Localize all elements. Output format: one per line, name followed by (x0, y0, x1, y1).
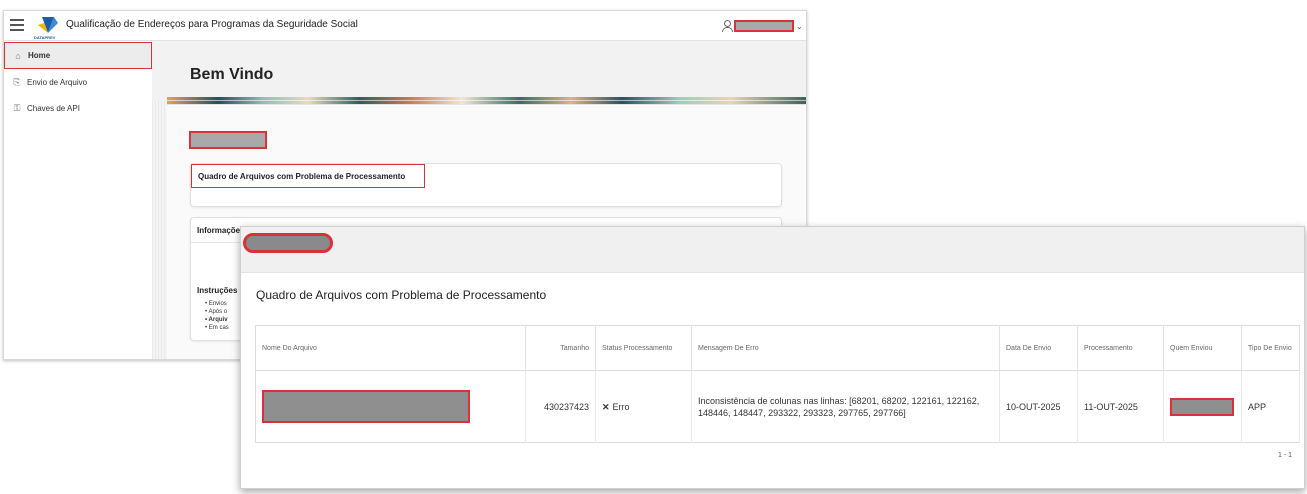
home-icon: ⌂ (15, 50, 21, 61)
instructions-list: Envios Após o Arquiv Em cas (205, 300, 229, 332)
sidebar: ⌂ Home ⎘ Envio de Arquivo ⚿ Chaves de AP… (4, 41, 154, 359)
page-title: Bem Vindo (190, 66, 274, 83)
side-texture (152, 101, 167, 359)
upload-icon: ⎘ (13, 77, 21, 87)
cell-data-envio: 10-OUT-2025 (999, 370, 1078, 443)
cell-processamento: 11-OUT-2025 (1077, 370, 1164, 443)
list-item: Arquiv (205, 316, 229, 324)
table-row[interactable]: 430237423 ✕ Erro Inconsistência de coluna… (255, 370, 1300, 443)
window-header (241, 227, 1304, 273)
column-header-tipo-envio[interactable]: Tipo De Envio (1241, 325, 1300, 371)
redacted-label (189, 131, 267, 149)
table-header-row: Nome Do Arquivo Tamanho Status Processam… (255, 325, 1300, 371)
column-header-mensagem[interactable]: Mensagem De Erro (691, 325, 1000, 371)
problem-files-window: Quadro de Arquivos com Problema de Proce… (240, 226, 1305, 489)
problems-card[interactable]: Quadro de Arquivos com Problema de Proce… (190, 163, 782, 207)
column-header-status[interactable]: Status Processamento (595, 325, 692, 371)
menu-icon[interactable] (10, 19, 24, 31)
key-icon: ⚿ (13, 103, 21, 113)
redacted-label (243, 233, 333, 253)
list-item: Após o (205, 308, 229, 316)
redacted-filename (262, 390, 470, 423)
section-title: Quadro de Arquivos com Problema de Proce… (256, 288, 547, 302)
top-bar: DATAPREV Qualificação de Endereços para … (4, 11, 806, 41)
sidebar-item-label: Chaves de API (27, 103, 80, 113)
list-item: Em cas (205, 324, 229, 332)
problem-files-table: Nome Do Arquivo Tamanho Status Processam… (255, 325, 1300, 443)
column-header-tamanho[interactable]: Tamanho (525, 325, 596, 371)
error-x-icon: ✕ (602, 401, 610, 412)
column-header-processamento[interactable]: Processamento (1077, 325, 1164, 371)
app-title: Qualificação de Endereços para Programas… (66, 19, 358, 30)
list-item: Envios (205, 300, 229, 308)
sidebar-item-chaves-de-api[interactable]: ⚿ Chaves de API (4, 95, 154, 121)
pagination: 1 - 1 (1277, 452, 1292, 459)
cell-mensagem: Inconsistência de colunas nas linhas: [6… (691, 370, 1000, 443)
logo-text: DATAPREV (34, 35, 56, 40)
column-header-nome[interactable]: Nome Do Arquivo (255, 325, 526, 371)
redacted-user (1170, 397, 1234, 416)
sidebar-item-envio-de-arquivo[interactable]: ⎘ Envio de Arquivo (4, 69, 154, 95)
user-menu[interactable]: ⌄ (722, 18, 803, 34)
status-text: Erro (612, 401, 630, 412)
column-header-data-envio[interactable]: Data De Envio (999, 325, 1078, 371)
sidebar-item-label: Home (28, 51, 51, 60)
cell-nome (255, 370, 526, 443)
redacted-username (734, 20, 794, 32)
sidebar-item-home[interactable]: ⌂ Home (4, 42, 152, 69)
problems-card-title[interactable]: Quadro de Arquivos com Problema de Proce… (191, 164, 425, 188)
chevron-down-icon: ⌄ (796, 21, 803, 31)
cell-tipo-envio: APP (1241, 370, 1300, 443)
sidebar-item-label: Envio de Arquivo (27, 77, 88, 87)
instructions-title: Instruções (197, 286, 238, 295)
info-card-title: Informações (197, 226, 245, 235)
user-icon (722, 20, 733, 32)
column-header-quem-enviou[interactable]: Quem Enviou (1163, 325, 1242, 371)
cell-status: ✕ Erro (595, 370, 692, 443)
cell-quem-enviou (1163, 370, 1242, 443)
decorative-banner (167, 97, 806, 104)
cell-tamanho: 430237423 (525, 370, 596, 443)
